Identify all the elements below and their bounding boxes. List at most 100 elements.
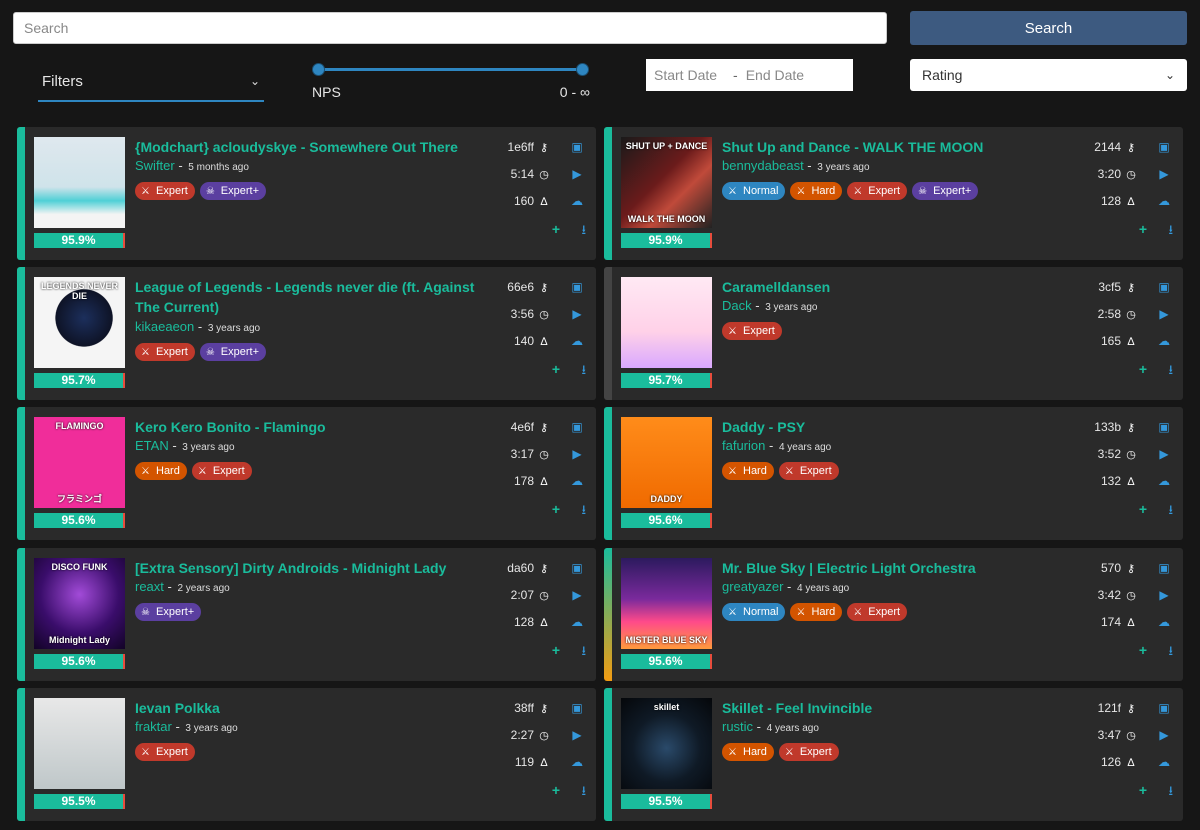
download-icon[interactable]: ⭳	[1168, 501, 1173, 523]
mapper-line: greatyazer - 4 years ago	[722, 579, 849, 594]
add-icon[interactable]: +	[1139, 642, 1147, 658]
mapper-link[interactable]: greatyazer	[722, 579, 783, 594]
play-icon[interactable]: ▶	[568, 167, 586, 181]
search-input[interactable]	[13, 12, 887, 44]
stat-duration: 2:58 ◷	[1098, 307, 1137, 321]
mapper-link[interactable]: bennydabeast	[722, 158, 804, 173]
rating-bar: 95.6%	[34, 654, 125, 669]
add-icon[interactable]: +	[552, 221, 560, 237]
cover-art-text: LEGENDS NEVER DIE	[40, 281, 118, 301]
twitch-icon[interactable]: ▣	[1155, 420, 1173, 434]
add-icon[interactable]: +	[552, 361, 560, 377]
cloud-download-icon[interactable]: ☁	[568, 194, 586, 208]
add-icon[interactable]: +	[1139, 501, 1147, 517]
download-icon[interactable]: ⭳	[1168, 221, 1173, 243]
play-icon[interactable]: ▶	[1155, 167, 1173, 181]
mapper-link[interactable]: ETAN	[135, 438, 169, 453]
mapper-link[interactable]: fafurion	[722, 438, 765, 453]
key-icon: ⚷	[539, 422, 549, 434]
download-icon[interactable]: ⭳	[581, 642, 586, 664]
download-icon[interactable]: ⭳	[581, 221, 586, 243]
cloud-download-icon[interactable]: ☁	[1155, 474, 1173, 488]
twitch-icon[interactable]: ▣	[568, 420, 586, 434]
start-date-field[interactable]: Start Date	[654, 67, 717, 83]
map-title[interactable]: Daddy - PSY	[722, 417, 1082, 437]
rating-bar: 95.6%	[621, 654, 712, 669]
map-title[interactable]: Kero Kero Bonito - Flamingo	[135, 417, 495, 437]
cloud-download-icon[interactable]: ☁	[1155, 194, 1173, 208]
nps-slider[interactable]: NPS 0 - ∞	[312, 60, 594, 110]
difficulty-icon: ⚔	[197, 465, 207, 477]
stat-value: 128	[513, 615, 534, 629]
play-icon[interactable]: ▶	[1155, 728, 1173, 742]
add-icon[interactable]: +	[1139, 782, 1147, 798]
cloud-download-icon[interactable]: ☁	[1155, 334, 1173, 348]
twitch-icon[interactable]: ▣	[568, 140, 586, 154]
play-icon[interactable]: ▶	[568, 307, 586, 321]
stat-value: 3:47	[1097, 728, 1121, 742]
play-icon[interactable]: ▶	[1155, 588, 1173, 602]
nps-min-handle[interactable]	[312, 63, 325, 76]
difficulty-badge: ⚔ Expert	[722, 322, 782, 340]
play-icon[interactable]: ▶	[568, 447, 586, 461]
mapper-link[interactable]: fraktar	[135, 719, 172, 734]
map-title[interactable]: Caramelldansen	[722, 277, 1082, 297]
cloud-download-icon[interactable]: ☁	[568, 334, 586, 348]
separator: -	[163, 579, 176, 594]
download-icon[interactable]: ⭳	[581, 782, 586, 804]
map-title[interactable]: League of Legends - Legends never die (f…	[135, 277, 495, 317]
add-icon[interactable]: +	[1139, 361, 1147, 377]
download-icon[interactable]: ⭳	[581, 501, 586, 523]
download-icon[interactable]: ⭳	[1168, 782, 1173, 804]
twitch-icon[interactable]: ▣	[568, 561, 586, 575]
metronome-icon: ∆	[540, 196, 548, 208]
metronome-icon: ∆	[1127, 196, 1135, 208]
date-range-picker[interactable]: Start Date - End Date	[646, 59, 853, 91]
map-title[interactable]: Skillet - Feel Invincible	[722, 698, 1082, 718]
stat-value: 5:14	[510, 167, 534, 181]
map-title[interactable]: Ievan Polkka	[135, 698, 495, 718]
stat-value: da60	[507, 561, 534, 575]
nps-max-handle[interactable]	[576, 63, 589, 76]
twitch-icon[interactable]: ▣	[1155, 280, 1173, 294]
stat-value: 3:52	[1097, 447, 1121, 461]
filters-dropdown[interactable]: Filters ⌄	[38, 62, 264, 102]
cloud-download-icon[interactable]: ☁	[1155, 615, 1173, 629]
add-icon[interactable]: +	[552, 782, 560, 798]
add-icon[interactable]: +	[552, 501, 560, 517]
nps-track[interactable]	[318, 68, 583, 71]
twitch-icon[interactable]: ▣	[568, 280, 586, 294]
play-icon[interactable]: ▶	[1155, 447, 1173, 461]
mapper-link[interactable]: rustic	[722, 719, 753, 734]
mapper-link[interactable]: Swifter	[135, 158, 175, 173]
upload-age: 5 months ago	[188, 162, 249, 173]
map-title[interactable]: {Modchart} acloudyskye - Somewhere Out T…	[135, 137, 495, 157]
download-icon[interactable]: ⭳	[581, 361, 586, 383]
twitch-icon[interactable]: ▣	[1155, 561, 1173, 575]
add-icon[interactable]: +	[1139, 221, 1147, 237]
download-icon[interactable]: ⭳	[1168, 642, 1173, 664]
end-date-field[interactable]: End Date	[746, 67, 804, 83]
cloud-download-icon[interactable]: ☁	[1155, 755, 1173, 769]
stat-key: 38ff ⚷	[514, 701, 550, 715]
map-title[interactable]: Shut Up and Dance - WALK THE MOON	[722, 137, 1082, 157]
twitch-icon[interactable]: ▣	[1155, 140, 1173, 154]
stat-value: 3:56	[510, 307, 534, 321]
add-icon[interactable]: +	[552, 642, 560, 658]
cloud-download-icon[interactable]: ☁	[568, 615, 586, 629]
sort-select[interactable]: Rating ⌄	[910, 59, 1187, 91]
map-title[interactable]: Mr. Blue Sky | Electric Light Orchestra	[722, 558, 1082, 578]
mapper-link[interactable]: reaxt	[135, 579, 164, 594]
cloud-download-icon[interactable]: ☁	[568, 474, 586, 488]
mapper-link[interactable]: Dack	[722, 298, 752, 313]
search-button[interactable]: Search	[910, 11, 1187, 45]
cloud-download-icon[interactable]: ☁	[568, 755, 586, 769]
download-icon[interactable]: ⭳	[1168, 361, 1173, 383]
map-title[interactable]: [Extra Sensory] Dirty Androids - Midnigh…	[135, 558, 495, 578]
play-icon[interactable]: ▶	[568, 588, 586, 602]
twitch-icon[interactable]: ▣	[568, 701, 586, 715]
mapper-link[interactable]: kikaeaeon	[135, 319, 194, 334]
play-icon[interactable]: ▶	[1155, 307, 1173, 321]
twitch-icon[interactable]: ▣	[1155, 701, 1173, 715]
play-icon[interactable]: ▶	[568, 728, 586, 742]
